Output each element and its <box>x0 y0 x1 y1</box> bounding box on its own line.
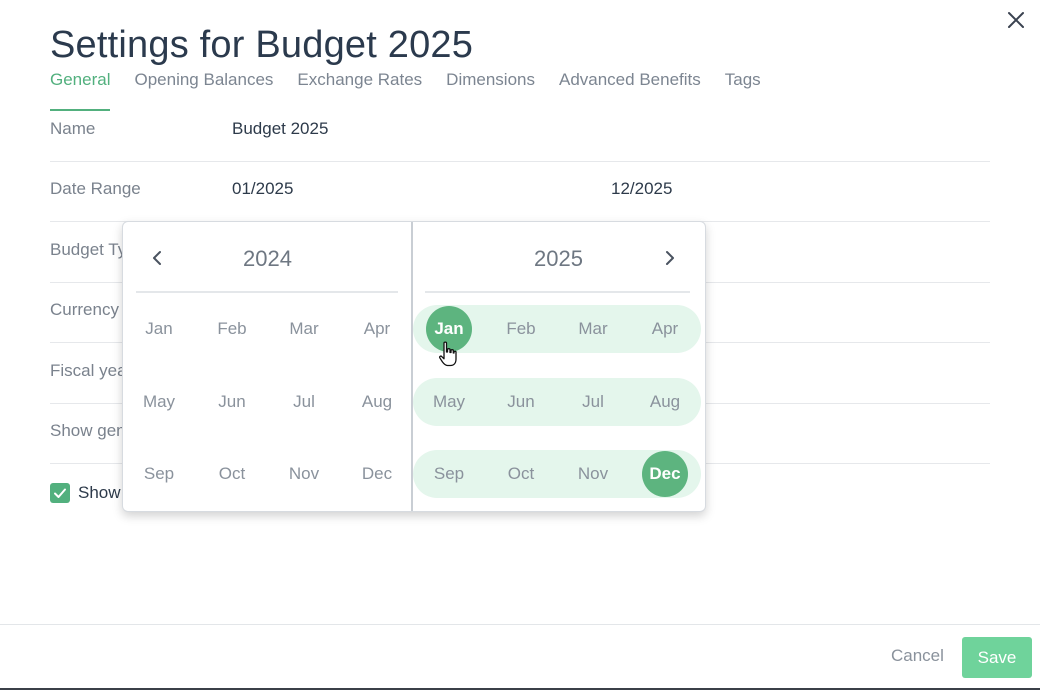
left-header-divider <box>136 291 398 293</box>
month-2024-apr[interactable]: Apr <box>341 305 413 353</box>
month-2025-dec-label: Dec <box>649 464 681 483</box>
show-gen-label: Show gen <box>50 421 126 440</box>
date-range-start-field[interactable]: 01/2025 <box>232 179 293 199</box>
right-year-label: 2025 <box>534 246 583 271</box>
month-2024-oct[interactable]: Oct <box>196 450 268 498</box>
next-year-button[interactable] <box>662 248 678 268</box>
month-2025-apr[interactable]: Apr <box>629 305 701 353</box>
month-2024-aug[interactable]: Aug <box>341 378 413 426</box>
month-2025-mar[interactable]: Mar <box>557 305 629 353</box>
left-year-label: 2024 <box>243 246 292 271</box>
month-2025-jan-label: Jan <box>434 319 464 338</box>
month-2025-nov[interactable]: Nov <box>557 450 629 498</box>
month-2025-aug[interactable]: Aug <box>629 378 701 426</box>
month-2024-jun[interactable]: Jun <box>196 378 268 426</box>
month-2024-nov[interactable]: Nov <box>268 450 340 498</box>
cancel-button[interactable]: Cancel <box>891 646 944 666</box>
footer-divider <box>0 624 1040 625</box>
budget-type-label: Budget Ty <box>50 240 127 259</box>
month-2025-sep[interactable]: Sep <box>413 450 485 498</box>
name-label: Name <box>50 119 96 138</box>
page-title: Settings for Budget 2025 <box>50 24 474 66</box>
month-2025-dec[interactable]: Dec <box>629 450 701 498</box>
chevron-left-icon <box>153 251 161 265</box>
month-2024-may[interactable]: May <box>123 378 195 426</box>
date-range-end-field[interactable]: 12/2025 <box>611 179 672 199</box>
show-checkbox[interactable] <box>50 483 70 503</box>
close-button[interactable] <box>1005 9 1027 31</box>
show-checkbox-label: Show <box>78 483 121 502</box>
month-2025-oct[interactable]: Oct <box>485 450 557 498</box>
month-2025-feb[interactable]: Feb <box>485 305 557 353</box>
month-2024-dec[interactable]: Dec <box>341 450 413 498</box>
date-range-row: Date Range 01/2025 12/2025 <box>50 161 990 222</box>
month-2025-jul[interactable]: Jul <box>557 378 629 426</box>
prev-year-button[interactable] <box>149 248 165 268</box>
chevron-right-icon <box>666 251 674 265</box>
date-range-label: Date Range <box>50 179 141 198</box>
month-2025-jun[interactable]: Jun <box>485 378 557 426</box>
month-2024-jul[interactable]: Jul <box>268 378 340 426</box>
month-2024-mar[interactable]: Mar <box>268 305 340 353</box>
month-2024-sep[interactable]: Sep <box>123 450 195 498</box>
right-header-divider <box>425 291 690 293</box>
close-icon <box>1008 12 1024 28</box>
name-field[interactable]: Budget 2025 <box>232 119 328 139</box>
currency-label: Currency <box>50 300 119 319</box>
month-2024-feb[interactable]: Feb <box>196 305 268 353</box>
month-range-picker: 2024 2025 Jan Feb Mar Apr May Jun Jul Au… <box>122 221 706 512</box>
month-2025-may[interactable]: May <box>413 378 485 426</box>
show-checkbox-row: Show <box>50 483 121 503</box>
checkmark-icon <box>54 488 66 498</box>
fiscal-year-label: Fiscal yea <box>50 361 127 380</box>
month-2024-jan[interactable]: Jan <box>123 305 195 353</box>
save-button[interactable]: Save <box>962 637 1032 678</box>
hand-pointer-cursor-icon <box>439 341 457 367</box>
name-row: Name Budget 2025 <box>50 101 990 162</box>
